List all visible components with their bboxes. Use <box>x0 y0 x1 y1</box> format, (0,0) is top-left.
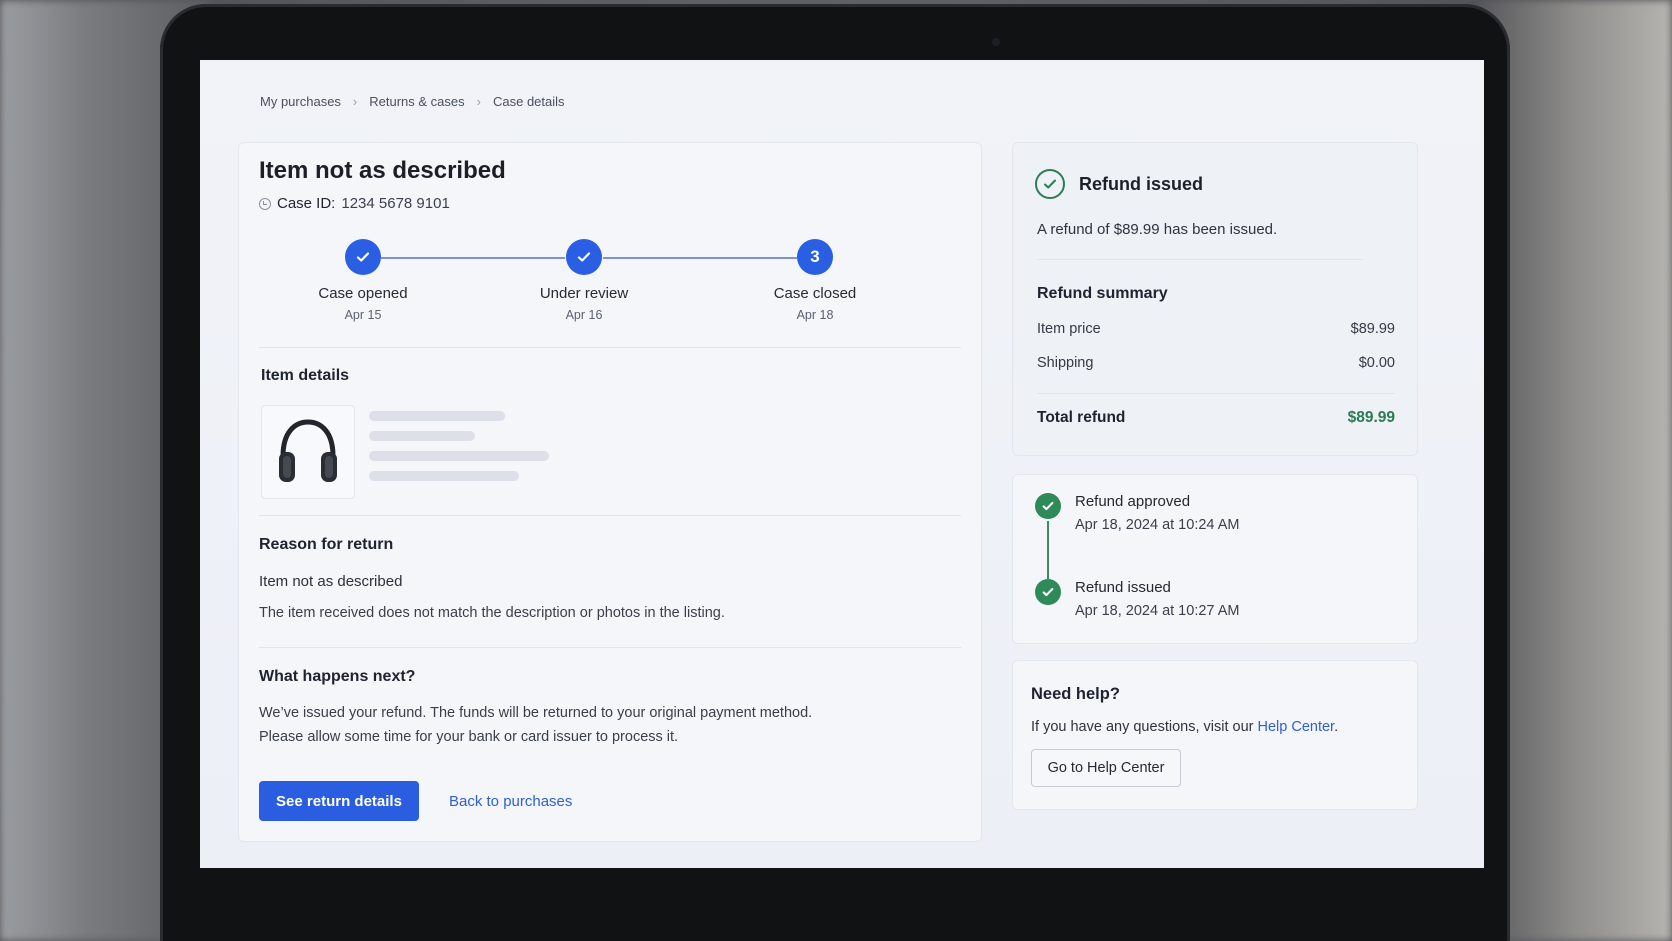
back-to-purchases-link[interactable]: Back to purchases <box>449 793 572 810</box>
step-case-opened: Case opened Apr 15 <box>283 239 443 322</box>
step-date: Apr 16 <box>565 308 603 322</box>
placeholder-line <box>369 411 505 421</box>
step-label: Under review <box>539 285 629 302</box>
reason-description: The item received does not match the des… <box>259 605 725 621</box>
divider <box>259 347 961 348</box>
refund-status-header: Refund issued <box>1035 169 1203 199</box>
what-next-line-2: Please allow some time for your bank or … <box>259 729 679 745</box>
webcam <box>992 38 1000 46</box>
what-next-line-1: We’ve issued your refund. The funds will… <box>259 705 813 721</box>
shipping-label: Shipping <box>1037 355 1094 371</box>
timeline-event-title: Refund issued <box>1075 579 1171 596</box>
placeholder-line <box>369 471 519 481</box>
see-return-details-button[interactable]: See return details <box>259 781 419 821</box>
item-price-row: Item price $89.99 <box>1037 321 1395 337</box>
total-refund-row: Total refund $89.99 <box>1037 409 1395 427</box>
app-screen: My purchases › Returns & cases › Case de… <box>200 60 1484 868</box>
clock-icon <box>259 197 271 210</box>
item-price-label: Item price <box>1037 321 1101 337</box>
step-case-closed: 3 Case closed Apr 18 <box>735 239 895 322</box>
case-id: Case ID: 1234 5678 9101 <box>259 195 450 212</box>
divider <box>1037 259 1363 260</box>
placeholder-line <box>369 451 549 461</box>
divider <box>1037 393 1395 394</box>
total-refund-value: $89.99 <box>1347 409 1395 426</box>
help-card: Need help? If you have any questions, vi… <box>1012 660 1418 810</box>
page-title: Item not as described <box>259 157 506 184</box>
step-under-review: Under review Apr 16 <box>504 239 664 322</box>
case-id-value: 1234 5678 9101 <box>341 195 450 212</box>
breadcrumb: My purchases › Returns & cases › Case de… <box>260 94 565 109</box>
help-heading: Need help? <box>1031 685 1120 703</box>
placeholder-line <box>369 431 475 441</box>
chevron-right-icon: › <box>352 94 358 109</box>
breadcrumb-my-purchases[interactable]: My purchases <box>260 94 341 109</box>
check-circle-icon <box>1035 169 1065 199</box>
breadcrumb-returns-cases[interactable]: Returns & cases <box>369 94 464 109</box>
breadcrumb-case-details: Case details <box>492 94 565 109</box>
step-date: Apr 18 <box>796 308 834 322</box>
chevron-right-icon: › <box>476 94 481 109</box>
help-text-suffix: . <box>1334 719 1339 735</box>
shipping-value: $0.00 <box>1358 355 1395 371</box>
reason-heading: Reason for return <box>259 536 394 553</box>
total-refund-label: Total refund <box>1037 409 1126 426</box>
check-circle-icon <box>1035 493 1061 519</box>
case-progress-stepper: Case opened Apr 15 Under review Apr 16 3… <box>239 239 983 335</box>
item-price-value: $89.99 <box>1350 321 1395 337</box>
help-center-link[interactable]: Help Center <box>1258 719 1335 735</box>
help-text-prefix: If you have any questions, visit our <box>1031 719 1258 735</box>
check-icon <box>345 239 381 275</box>
case-id-label: Case ID: <box>277 195 336 212</box>
reason-value: Item not as described <box>259 573 403 590</box>
item-thumbnail[interactable] <box>261 405 355 499</box>
step-label: Case closed <box>773 285 857 302</box>
refund-message: A refund of $89.99 has been issued. <box>1037 221 1278 238</box>
shipping-row: Shipping $0.00 <box>1037 355 1395 371</box>
step-number: 3 <box>797 239 833 275</box>
help-text: If you have any questions, visit our Hel… <box>1031 719 1338 735</box>
refund-timeline-card: Refund approved Apr 18, 2024 at 10:24 AM… <box>1012 474 1418 644</box>
go-to-help-center-button[interactable]: Go to Help Center <box>1031 749 1181 787</box>
step-date: Apr 15 <box>344 308 382 322</box>
timeline-event-time: Apr 18, 2024 at 10:24 AM <box>1075 517 1240 533</box>
refund-status-card: Refund issued A refund of $89.99 has bee… <box>1012 142 1418 456</box>
timeline-connector <box>1047 521 1049 581</box>
check-circle-icon <box>1035 579 1061 605</box>
timeline-event-time: Apr 18, 2024 at 10:27 AM <box>1075 603 1240 619</box>
item-details-heading: Item details <box>261 367 350 384</box>
divider <box>259 515 961 516</box>
case-details-card: Item not as described Case ID: 1234 5678… <box>238 142 982 842</box>
step-label: Case opened <box>318 285 408 302</box>
check-icon <box>566 239 602 275</box>
background-right <box>1482 0 1672 941</box>
divider <box>259 647 961 648</box>
headphones-icon <box>279 419 337 482</box>
refund-summary-title: Refund summary <box>1037 285 1168 302</box>
refund-status-title: Refund issued <box>1079 173 1204 194</box>
timeline-event-title: Refund approved <box>1075 493 1191 510</box>
what-next-heading: What happens next? <box>259 668 416 685</box>
